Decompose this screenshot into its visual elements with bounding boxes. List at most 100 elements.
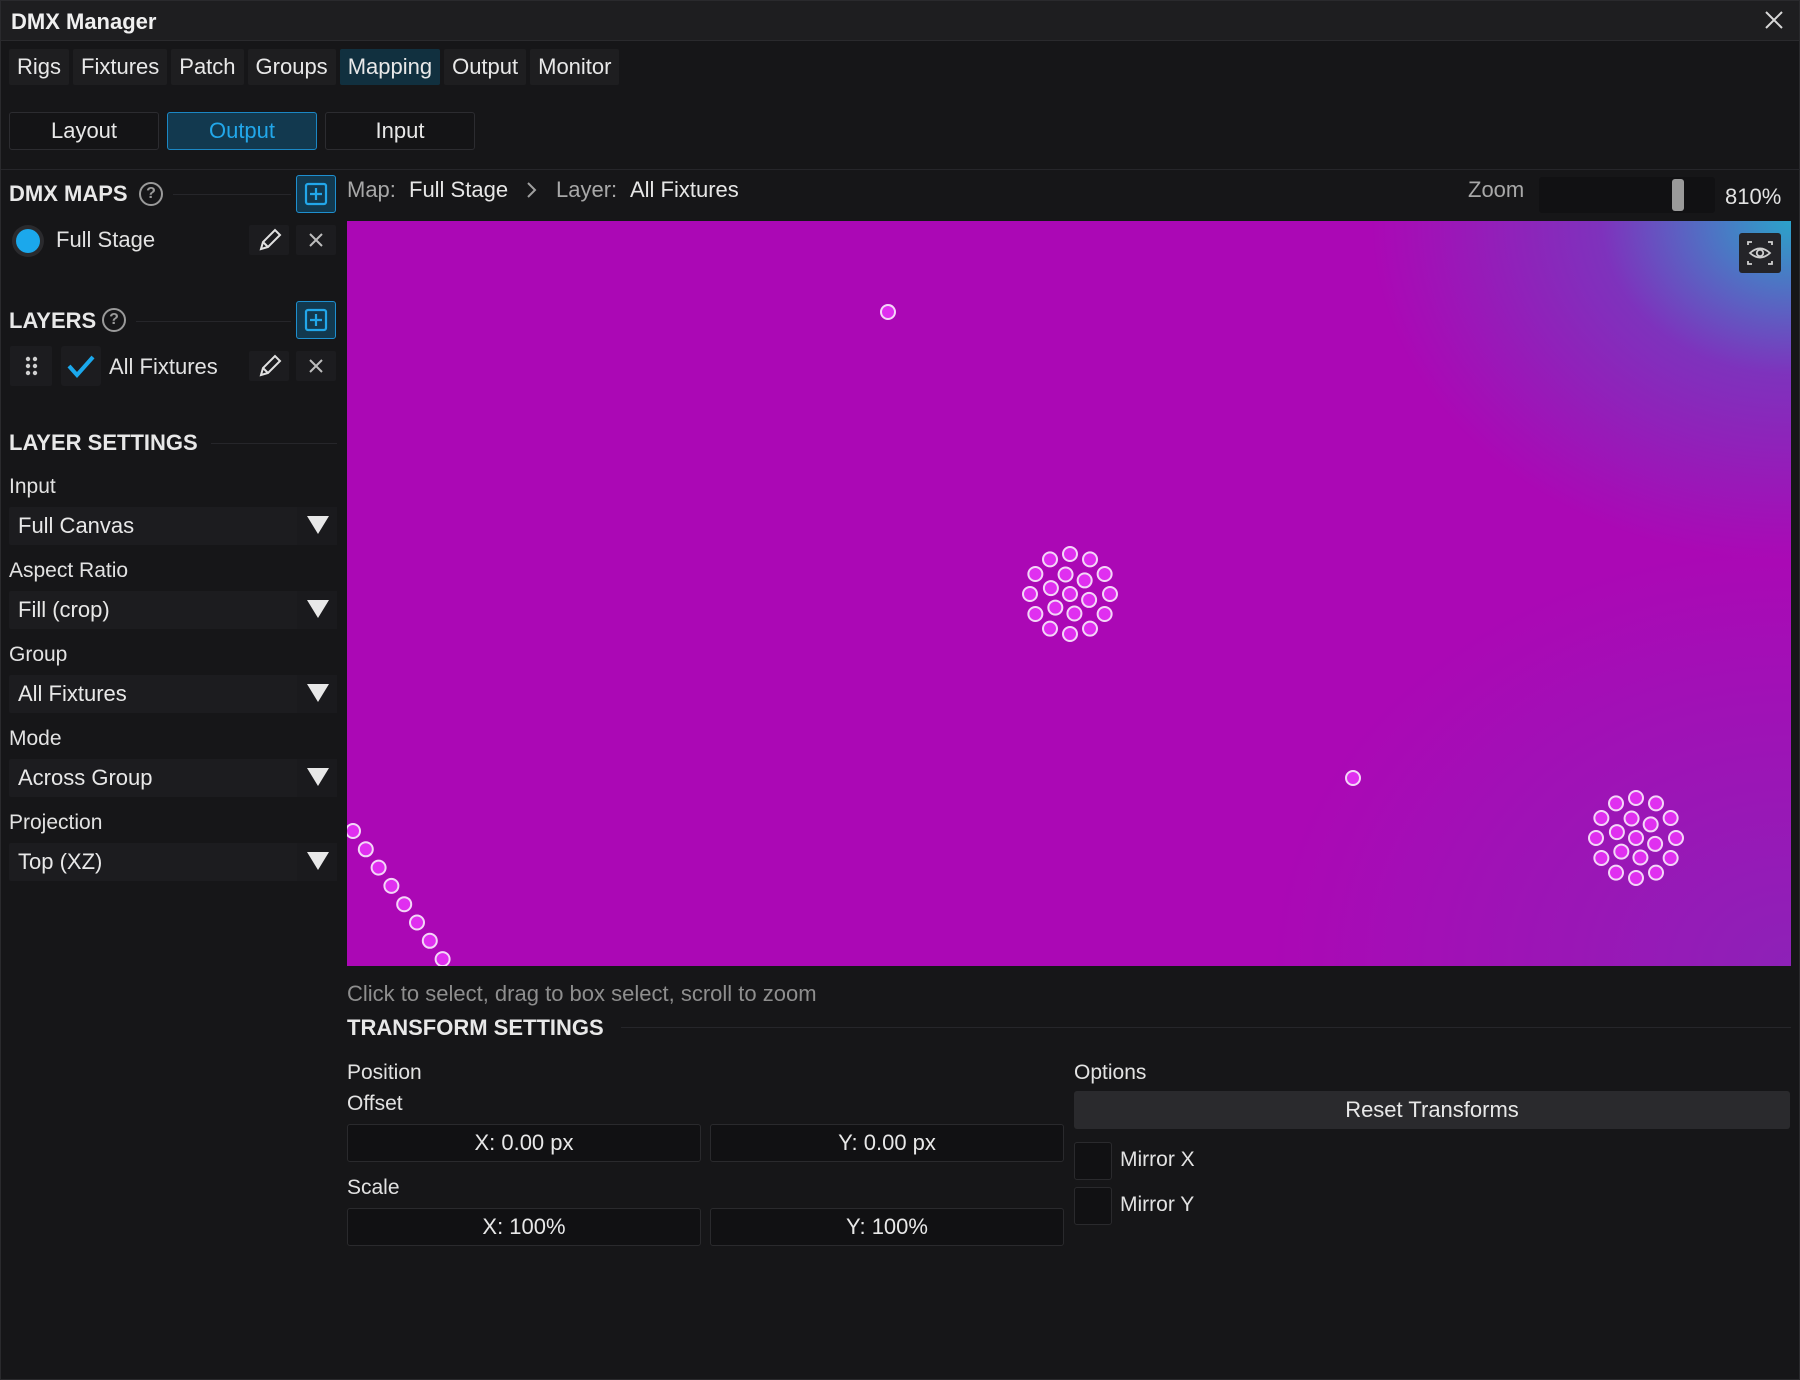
- fixtures-layer[interactable]: [347, 221, 1791, 966]
- cluster-center-fixture[interactable]: [1042, 551, 1058, 568]
- mode-layout-button[interactable]: Layout: [9, 112, 159, 150]
- strip-fixture[interactable]: [347, 823, 361, 839]
- zoom-slider-handle[interactable]: [1672, 179, 1684, 211]
- cluster-right-fixture[interactable]: [1648, 864, 1664, 881]
- scale-y-input[interactable]: Y: 100%: [710, 1208, 1064, 1246]
- mode-output-button[interactable]: Output: [167, 112, 317, 150]
- cluster-right-fixture[interactable]: [1608, 795, 1624, 812]
- strip-fixture[interactable]: [421, 932, 438, 949]
- mirror-y-checkbox[interactable]: [1074, 1187, 1112, 1225]
- cluster-center-fixture[interactable]: [1102, 586, 1118, 602]
- aspect-ratio-select[interactable]: Fill (crop): [9, 591, 337, 629]
- help-icon[interactable]: ?: [139, 182, 163, 206]
- cluster-right-fixture[interactable]: [1608, 864, 1624, 881]
- preview-toggle-button[interactable]: [1739, 233, 1781, 273]
- cluster-center-fixture[interactable]: [1027, 606, 1044, 622]
- layer-settings-title: LAYER SETTINGS: [9, 430, 198, 455]
- cluster-center-fixture[interactable]: [1062, 546, 1078, 562]
- options-label: Options: [1074, 1061, 1147, 1084]
- cluster-right-fixture[interactable]: [1608, 824, 1625, 841]
- tab-monitor[interactable]: Monitor: [530, 49, 620, 85]
- strip-fixture[interactable]: [370, 859, 387, 876]
- cluster-right-fixture[interactable]: [1642, 816, 1659, 833]
- cluster-right-fixture[interactable]: [1662, 810, 1679, 826]
- help-icon[interactable]: ?: [102, 308, 126, 332]
- scale-x-input[interactable]: X: 100%: [347, 1208, 701, 1246]
- group-label: Group: [9, 643, 68, 666]
- delete-layer-button[interactable]: [296, 351, 336, 381]
- cluster-center-fixture[interactable]: [1082, 551, 1098, 568]
- add-map-button[interactable]: [296, 175, 336, 213]
- input-select[interactable]: Full Canvas: [9, 507, 337, 545]
- cluster-right-fixture[interactable]: [1623, 810, 1640, 827]
- projection-select[interactable]: Top (XZ): [9, 843, 337, 881]
- cluster-center-fixture[interactable]: [1096, 606, 1113, 622]
- delete-map-button[interactable]: [296, 225, 336, 255]
- tab-rigs[interactable]: Rigs: [9, 49, 70, 85]
- layer-name: All Fixtures: [109, 354, 218, 379]
- cluster-center-fixture[interactable]: [1082, 620, 1098, 637]
- pencil-icon: [259, 228, 282, 251]
- tab-groups[interactable]: Groups: [247, 49, 336, 85]
- strip-fixture[interactable]: [396, 896, 413, 913]
- cluster-right-fixture[interactable]: [1648, 795, 1664, 812]
- strip-fixture[interactable]: [409, 914, 425, 931]
- projection-label: Projection: [9, 811, 103, 834]
- strip-fixture[interactable]: [434, 951, 451, 966]
- mode-label: Mode: [9, 727, 62, 750]
- cluster-center-fixture[interactable]: [1062, 626, 1078, 642]
- single-fixture[interactable]: [880, 304, 896, 320]
- cluster-center-fixture[interactable]: [1096, 566, 1113, 582]
- mapping-canvas[interactable]: [347, 221, 1791, 966]
- strip-fixture[interactable]: [383, 877, 400, 894]
- dmx-manager-window: DMX Manager Rigs Fixtures Patch Groups M…: [0, 0, 1800, 1380]
- mode-select[interactable]: Across Group: [9, 759, 337, 797]
- cluster-right-fixture[interactable]: [1632, 849, 1649, 866]
- tab-mapping[interactable]: Mapping: [339, 49, 441, 85]
- cluster-right-fixture[interactable]: [1668, 830, 1684, 846]
- cluster-right-fixture[interactable]: [1593, 850, 1610, 866]
- cluster-center-fixture[interactable]: [1062, 586, 1078, 602]
- breadcrumb-map-value[interactable]: Full Stage: [409, 177, 508, 203]
- drag-handle[interactable]: [10, 346, 52, 386]
- tab-patch[interactable]: Patch: [171, 49, 244, 85]
- cluster-center-fixture[interactable]: [1076, 572, 1093, 589]
- breadcrumb-layer-label: Layer:: [556, 177, 618, 202]
- cluster-right-fixture[interactable]: [1613, 843, 1630, 860]
- cluster-center-fixture[interactable]: [1042, 580, 1059, 597]
- layer-visible-checkbox[interactable]: [61, 346, 101, 386]
- single-fixture[interactable]: [1345, 770, 1361, 786]
- position-label: Position: [347, 1061, 422, 1084]
- breadcrumb-layer-value[interactable]: All Fixtures: [630, 177, 739, 203]
- dropdown-arrow-icon: [307, 600, 329, 618]
- close-icon[interactable]: [1761, 7, 1787, 33]
- edit-layer-button[interactable]: [249, 351, 289, 381]
- map-color-swatch[interactable]: [12, 225, 44, 257]
- offset-x-input[interactable]: X: 0.00 px: [347, 1124, 701, 1162]
- cluster-center-fixture[interactable]: [1022, 586, 1038, 602]
- offset-y-input[interactable]: Y: 0.00 px: [710, 1124, 1064, 1162]
- cluster-right-fixture[interactable]: [1628, 830, 1644, 846]
- cluster-right-fixture[interactable]: [1662, 850, 1679, 866]
- add-layer-button[interactable]: [296, 301, 336, 339]
- cluster-center-fixture[interactable]: [1081, 591, 1098, 608]
- cluster-right-fixture[interactable]: [1593, 810, 1610, 826]
- cluster-center-fixture[interactable]: [1042, 620, 1058, 637]
- zoom-slider[interactable]: [1539, 177, 1715, 213]
- strip-fixture[interactable]: [357, 841, 374, 858]
- tab-output[interactable]: Output: [444, 49, 527, 85]
- cluster-center-fixture[interactable]: [1057, 566, 1074, 583]
- mirror-x-checkbox[interactable]: [1074, 1142, 1112, 1180]
- cluster-right-fixture[interactable]: [1588, 830, 1604, 846]
- cluster-center-fixture[interactable]: [1027, 566, 1044, 582]
- edit-map-button[interactable]: [249, 225, 289, 255]
- cluster-center-fixture[interactable]: [1047, 599, 1064, 616]
- tab-fixtures[interactable]: Fixtures: [73, 49, 168, 85]
- group-select[interactable]: All Fixtures: [9, 675, 337, 713]
- cluster-center-fixture[interactable]: [1066, 605, 1083, 622]
- mode-input-button[interactable]: Input: [325, 112, 475, 150]
- reset-transforms-button[interactable]: Reset Transforms: [1074, 1091, 1790, 1129]
- cluster-right-fixture[interactable]: [1647, 835, 1664, 852]
- cluster-right-fixture[interactable]: [1628, 790, 1644, 806]
- cluster-right-fixture[interactable]: [1628, 870, 1644, 886]
